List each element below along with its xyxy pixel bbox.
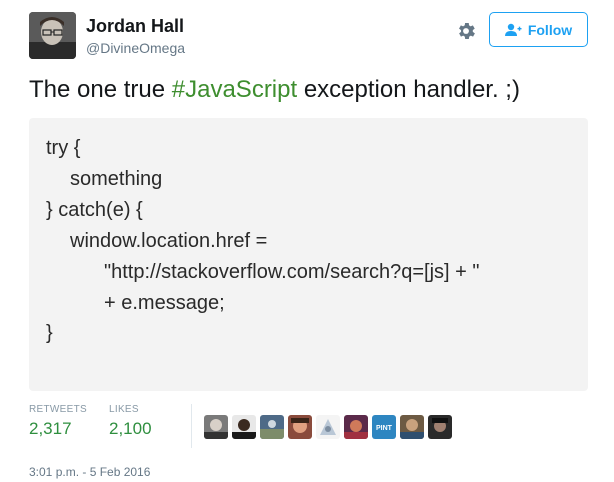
tweet-media-image[interactable]: try { something } catch(e) { window.loca…	[29, 118, 588, 391]
author-handle[interactable]: @DivineOmega	[86, 40, 185, 56]
stats-divider	[191, 404, 192, 448]
liker-avatar[interactable]	[400, 415, 424, 439]
liker-avatar[interactable]	[428, 415, 452, 439]
liker-avatar[interactable]	[316, 415, 340, 439]
pint-badge-text: PINT	[376, 425, 393, 432]
likes-label: LIKES	[109, 404, 139, 415]
follow-button[interactable]: Follow	[489, 12, 588, 47]
tweet-text: The one true #JavaScript exception handl…	[29, 76, 520, 104]
code-line: try {	[46, 137, 81, 159]
tweet-timestamp[interactable]: 3:01 p.m. - 5 Feb 2016	[29, 465, 150, 479]
retweets-stat[interactable]: RETWEETS 2,317	[29, 404, 87, 439]
hashtag-link[interactable]: #JavaScript	[172, 76, 297, 103]
tweet-text-after: exception handler. ;)	[297, 76, 520, 103]
likes-stat[interactable]: LIKES 2,100	[109, 404, 152, 439]
retweets-label: RETWEETS	[29, 404, 87, 415]
code-line: + e.message;	[104, 292, 225, 314]
author-display-name[interactable]: Jordan Hall	[86, 16, 184, 37]
code-line: window.location.href =	[70, 230, 268, 252]
likes-count: 2,100	[109, 419, 152, 438]
gear-icon[interactable]	[455, 20, 477, 42]
tweet-text-before: The one true	[29, 76, 172, 103]
code-line: something	[70, 168, 163, 190]
code-line: } catch(e) {	[46, 199, 143, 221]
liker-avatar[interactable]: PINT	[372, 415, 396, 439]
add-user-icon	[504, 23, 522, 36]
retweets-count: 2,317	[29, 419, 72, 438]
code-line: }	[46, 322, 53, 344]
liker-avatar[interactable]	[344, 415, 368, 439]
liker-avatar[interactable]	[260, 415, 284, 439]
liker-avatar[interactable]	[288, 415, 312, 439]
liker-avatar[interactable]	[232, 415, 256, 439]
liker-avatar[interactable]	[204, 415, 228, 439]
author-avatar[interactable]	[29, 12, 76, 59]
liker-avatars: PINT	[204, 415, 452, 439]
follow-button-label: Follow	[527, 21, 573, 38]
code-line: "http://stackoverflow.com/search?q=[js] …	[104, 261, 480, 283]
